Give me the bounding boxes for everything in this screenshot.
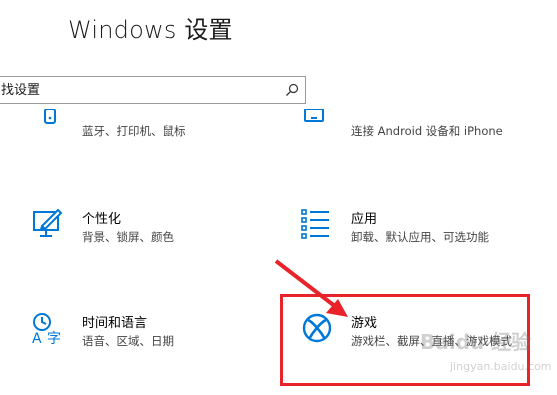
search-input[interactable] [0,77,281,103]
watermark-logo: Baidu 经验 [420,330,532,354]
search-icon[interactable] [285,83,299,97]
tile-devices-desc: 蓝牙、打印机、鼠标 [82,124,186,138]
phone-icon [304,109,324,122]
svg-text:字: 字 [47,331,61,344]
apps-icon [301,209,329,239]
personalization-icon [33,208,63,237]
tile-time-language-name: 时间和语言 [82,316,148,331]
tile-personalization-desc: 背景、锁屏、颜色 [82,230,174,244]
page-title: Windows 设置 [68,16,233,44]
tile-apps-name: 应用 [351,212,378,227]
search-box[interactable] [0,76,306,104]
pointer-arrow [274,259,348,317]
time-language-icon: A 字 [32,313,61,344]
tile-phone-desc: 连接 Android 设备和 iPhone [351,124,503,138]
tile-apps-desc: 卸载、默认应用、可选功能 [351,230,489,244]
svg-text:A: A [32,331,42,344]
watermark-url: jingyan.baidu.com [450,360,552,373]
devices-icon [44,109,56,124]
tile-personalization-name: 个性化 [82,212,122,227]
tile-time-language-desc: 语音、区域、日期 [82,334,174,348]
